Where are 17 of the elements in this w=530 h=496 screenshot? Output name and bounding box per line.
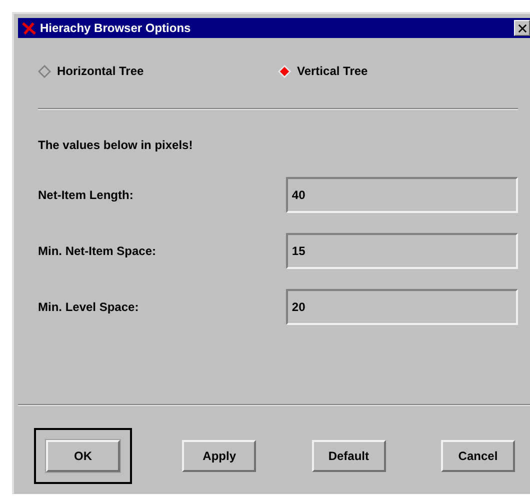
x-logo-icon bbox=[22, 22, 36, 34]
field-label: Net-Item Length: bbox=[38, 188, 134, 202]
close-icon bbox=[518, 24, 526, 32]
input-field[interactable]: 40 bbox=[286, 177, 518, 213]
field-label: Min. Level Space: bbox=[38, 300, 140, 314]
dialog-button[interactable]: Default bbox=[312, 440, 386, 472]
input-field[interactable]: 20 bbox=[286, 289, 518, 325]
input-field[interactable]: 15 bbox=[286, 233, 518, 269]
field-label: Min. Net-Item Space: bbox=[38, 244, 158, 258]
radio-option[interactable]: Horizontal Tree bbox=[38, 64, 278, 78]
window-title: Hierachy Browser Options bbox=[40, 21, 191, 35]
dialog-button[interactable]: OK bbox=[46, 440, 120, 472]
info-text: The values below in pixels! bbox=[38, 138, 194, 152]
close-button[interactable] bbox=[514, 20, 530, 36]
dialog-button[interactable]: Cancel bbox=[440, 440, 515, 472]
dialog-button[interactable]: Apply bbox=[182, 440, 256, 472]
radio-option[interactable]: Vertical Tree bbox=[278, 64, 518, 78]
